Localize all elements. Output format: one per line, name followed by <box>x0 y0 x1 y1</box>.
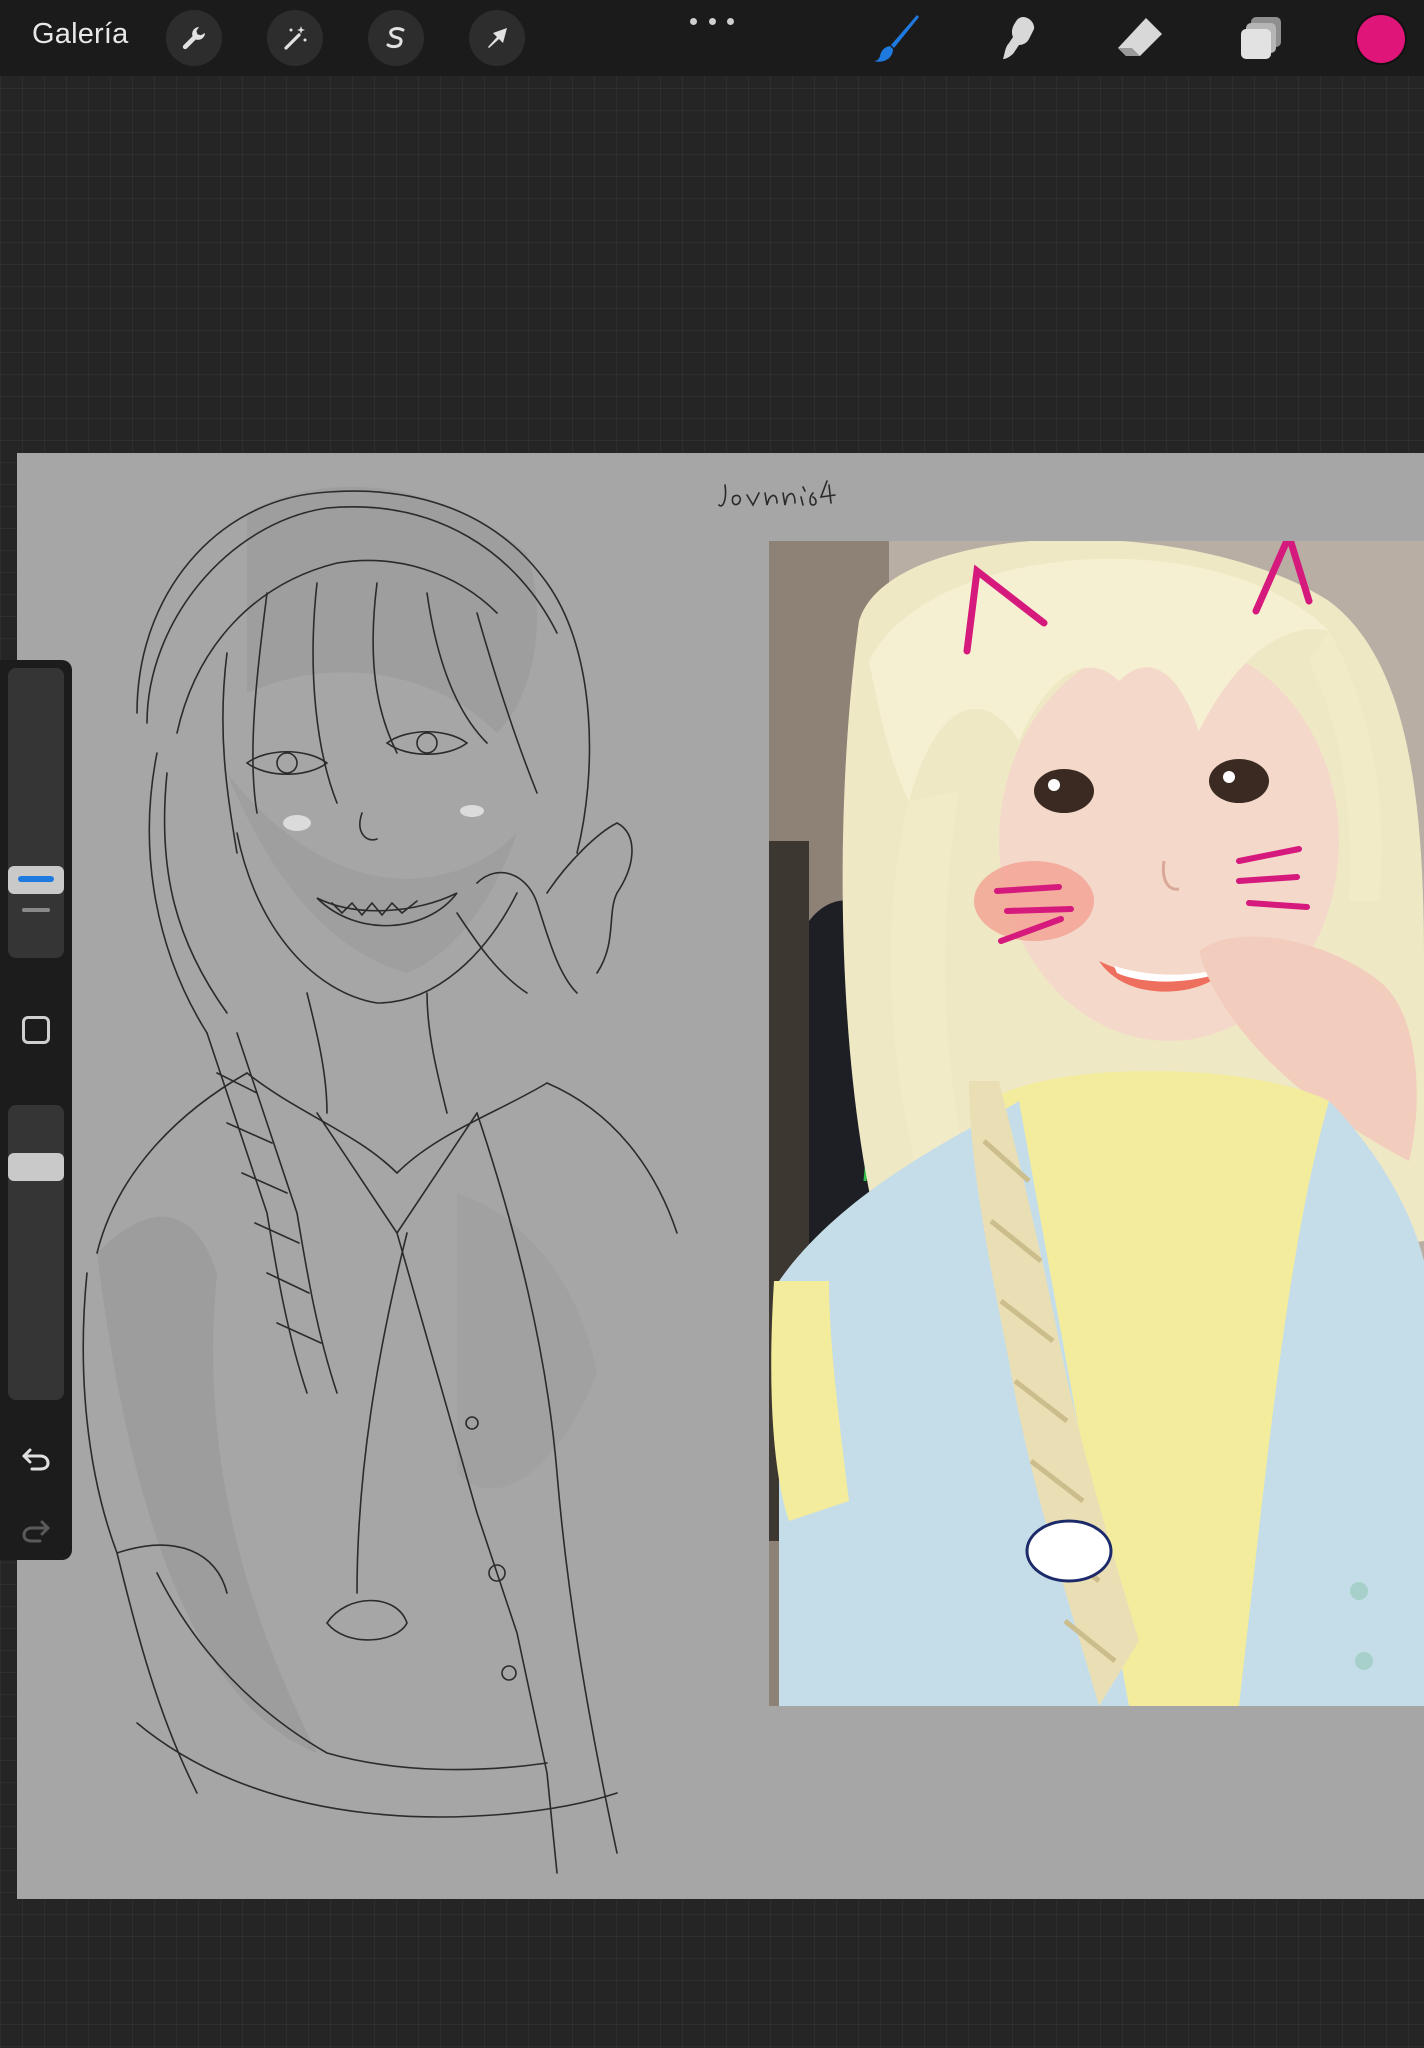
selection-s-icon <box>386 27 405 49</box>
layers-button[interactable] <box>1234 10 1290 66</box>
top-toolbar: Galería <box>0 0 1424 76</box>
brush-icon <box>874 15 919 62</box>
smudge-tool-button[interactable] <box>990 10 1046 66</box>
eraser-tool-button[interactable] <box>1112 10 1168 66</box>
arrow-cursor-icon <box>488 28 507 48</box>
brush-size-indicator <box>18 876 54 882</box>
modify-button[interactable] <box>22 1016 50 1044</box>
undo-button[interactable] <box>18 1440 54 1476</box>
undo-icon <box>22 1448 50 1471</box>
redo-button[interactable] <box>18 1512 54 1548</box>
eraser-icon <box>1118 18 1162 56</box>
opacity-slider[interactable] <box>8 1105 64 1400</box>
brush-size-thumb[interactable] <box>8 866 64 894</box>
reference-photo <box>769 541 1424 1706</box>
smudge-icon <box>1003 17 1035 59</box>
adjustments-button[interactable] <box>267 10 323 66</box>
brush-size-secondary-mark <box>22 908 50 912</box>
magic-wand-icon <box>284 26 307 50</box>
layers-icon <box>1241 17 1281 59</box>
color-picker-button[interactable] <box>1357 15 1405 63</box>
left-sidebar <box>0 660 72 1560</box>
brush-tool-button[interactable] <box>868 10 924 66</box>
gallery-button[interactable]: Galería <box>32 18 129 51</box>
opacity-thumb[interactable] <box>8 1153 64 1181</box>
actions-button[interactable] <box>166 10 222 66</box>
more-options-button[interactable] <box>690 10 734 32</box>
selection-button[interactable] <box>368 10 424 66</box>
ellipsis-icon <box>690 17 697 25</box>
transform-button[interactable] <box>469 10 525 66</box>
pencil-sketch <box>82 486 678 1874</box>
redo-icon <box>22 1520 50 1543</box>
brush-size-slider[interactable] <box>8 668 64 958</box>
wrench-icon <box>182 27 205 50</box>
drawing-canvas[interactable] <box>17 453 1424 1899</box>
